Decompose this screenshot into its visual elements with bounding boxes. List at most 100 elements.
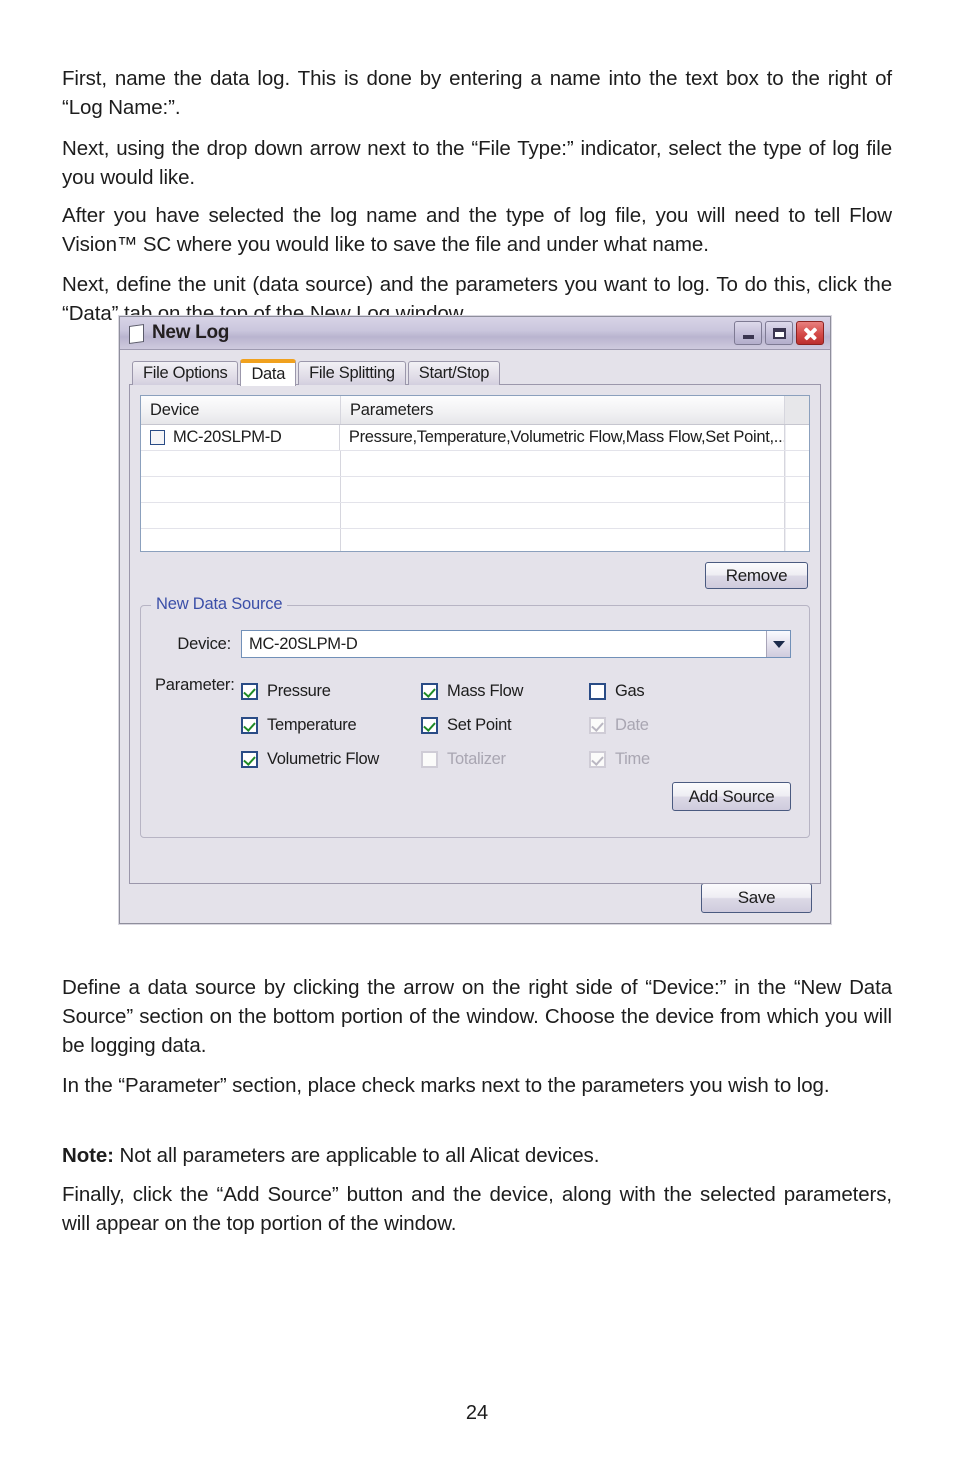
grid-cell-empty (341, 529, 785, 551)
data-tab-panel: Device Parameters MC-20SLPM-D Pressure,T… (129, 384, 821, 884)
checkbox-date (589, 716, 606, 734)
parameter-column-3: Gas Date Time (589, 674, 769, 776)
manual-page: First, name the data log. This is done b… (0, 0, 954, 1475)
grid-cell-empty (341, 477, 785, 502)
grid-cell-empty (341, 451, 785, 476)
tab-file-options[interactable]: File Options (132, 361, 239, 385)
paragraph-6: In the “Parameter” section, place check … (62, 1073, 830, 1097)
add-source-button[interactable]: Add Source (672, 782, 791, 811)
parameter-column-2: Mass Flow Set Point Totalizer (421, 674, 589, 776)
grid-cell-empty (141, 529, 341, 551)
table-row-empty[interactable] (141, 477, 809, 503)
grid-cell-extra (785, 503, 809, 528)
checkbox-label-mass-flow: Mass Flow (447, 681, 524, 700)
close-button[interactable] (796, 321, 824, 345)
parameter-columns: Pressure Temperature Volumetric Flow Mas… (241, 674, 795, 776)
grid-cell-parameters: Pressure,Temperature,Volumetric Flow,Mas… (340, 425, 786, 450)
data-source-grid[interactable]: Device Parameters MC-20SLPM-D Pressure,T… (140, 395, 810, 552)
checkbox-label-totalizer: Totalizer (447, 749, 506, 768)
window-controls (734, 321, 826, 345)
minimize-button[interactable] (734, 321, 762, 345)
checkbox-label-time: Time (615, 749, 650, 768)
paragraph-5: Define a data source by clicking the arr… (62, 975, 892, 1057)
grid-cell-extra (785, 529, 809, 551)
checkbox-label-pressure: Pressure (267, 681, 331, 700)
tab-file-splitting[interactable]: File Splitting (298, 361, 406, 385)
parameter-section: Parameter: Pressure Temperature Volumetr… (155, 674, 795, 776)
paragraph-3: After you have selected the log name and… (62, 203, 892, 256)
remove-button[interactable]: Remove (705, 562, 808, 589)
column-header-device[interactable]: Device (141, 396, 341, 424)
checkbox-row-mass-flow[interactable]: Mass Flow (421, 674, 589, 708)
column-header-parameters[interactable]: Parameters (341, 396, 785, 424)
device-combobox-value: MC-20SLPM-D (249, 634, 358, 653)
device-name: MC-20SLPM-D (173, 428, 282, 446)
new-log-dialog: New Log File Options Data File Splitting… (119, 316, 831, 924)
maximize-icon (772, 327, 786, 339)
tab-start-stop[interactable]: Start/Stop (407, 361, 501, 385)
checkbox-label-set-point: Set Point (447, 715, 512, 734)
dialog-title: New Log (152, 322, 230, 343)
column-header-extra (785, 396, 809, 424)
device-field-row: Device: MC-20SLPM-D (155, 630, 795, 658)
checkbox-row-temperature[interactable]: Temperature (241, 708, 421, 742)
paragraph-1: First, name the data log. This is done b… (62, 66, 892, 119)
checkbox-pressure[interactable] (241, 682, 258, 700)
checkbox-label-gas: Gas (615, 681, 645, 700)
grid-cell-empty (141, 477, 341, 502)
note-label: Note: (62, 1143, 114, 1167)
checkbox-row-gas[interactable]: Gas (589, 674, 769, 708)
group-legend: New Data Source (151, 595, 288, 614)
grid-cell-extra (785, 425, 809, 450)
new-data-source-group: New Data Source Device: MC-20SLPM-D Para… (140, 595, 810, 838)
checkbox-volumetric-flow[interactable] (241, 750, 258, 768)
checkbox-mass-flow[interactable] (421, 682, 438, 700)
checkbox-totalizer (421, 750, 438, 768)
device-label: Device: (177, 634, 231, 653)
parameter-column-1: Pressure Temperature Volumetric Flow (241, 674, 421, 776)
grid-cell-extra (785, 477, 809, 502)
checkbox-time (589, 750, 606, 768)
paragraph-8: Finally, click the “Add Source” button a… (62, 1182, 892, 1235)
grid-cell-device[interactable]: MC-20SLPM-D (141, 425, 340, 450)
checkbox-temperature[interactable] (241, 716, 258, 734)
checkbox-row-date: Date (589, 708, 769, 742)
checkbox-row-time: Time (589, 742, 769, 776)
grid-cell-empty (141, 503, 341, 528)
device-combobox[interactable]: MC-20SLPM-D (241, 630, 791, 658)
parameter-label: Parameter: (155, 676, 235, 694)
grid-cell-empty (341, 503, 785, 528)
paragraph-2: Next, using the drop down arrow next to … (62, 136, 892, 189)
tab-data[interactable]: Data (240, 359, 297, 386)
paragraph-7: Note: Not all parameters are applicable … (62, 1141, 892, 1170)
checkbox-label-date: Date (615, 715, 649, 734)
remove-button-row: Remove (140, 562, 810, 589)
tabstrip: File Options Data File Splitting Start/S… (129, 358, 821, 386)
close-icon (803, 326, 818, 341)
checkbox-set-point[interactable] (421, 716, 438, 734)
save-button[interactable]: Save (701, 883, 812, 913)
checkbox-label-temperature: Temperature (267, 715, 357, 734)
table-row-empty[interactable] (141, 503, 809, 529)
minimize-icon (742, 335, 754, 339)
grid-cell-empty (141, 451, 341, 476)
checkbox-label-volumetric-flow: Volumetric Flow (267, 749, 379, 768)
row-checkbox[interactable] (150, 430, 165, 445)
checkbox-row-set-point[interactable]: Set Point (421, 708, 589, 742)
note-text: Not all parameters are applicable to all… (113, 1143, 600, 1167)
document-icon (128, 323, 145, 344)
checkbox-gas[interactable] (589, 682, 606, 700)
maximize-button[interactable] (765, 321, 793, 345)
add-source-row: Add Source (155, 782, 795, 811)
table-row[interactable]: MC-20SLPM-D Pressure,Temperature,Volumet… (141, 425, 809, 451)
page-number: 24 (465, 1402, 489, 1424)
table-row-empty[interactable] (141, 451, 809, 477)
dialog-body: File Options Data File Splitting Start/S… (120, 350, 830, 923)
checkbox-row-pressure[interactable]: Pressure (241, 674, 421, 708)
checkbox-row-volumetric-flow[interactable]: Volumetric Flow (241, 742, 421, 776)
table-row-empty[interactable] (141, 529, 809, 551)
grid-header-row: Device Parameters (141, 396, 809, 425)
grid-cell-extra (785, 451, 809, 476)
save-row: Save (701, 883, 812, 913)
chevron-down-icon[interactable] (766, 631, 790, 657)
